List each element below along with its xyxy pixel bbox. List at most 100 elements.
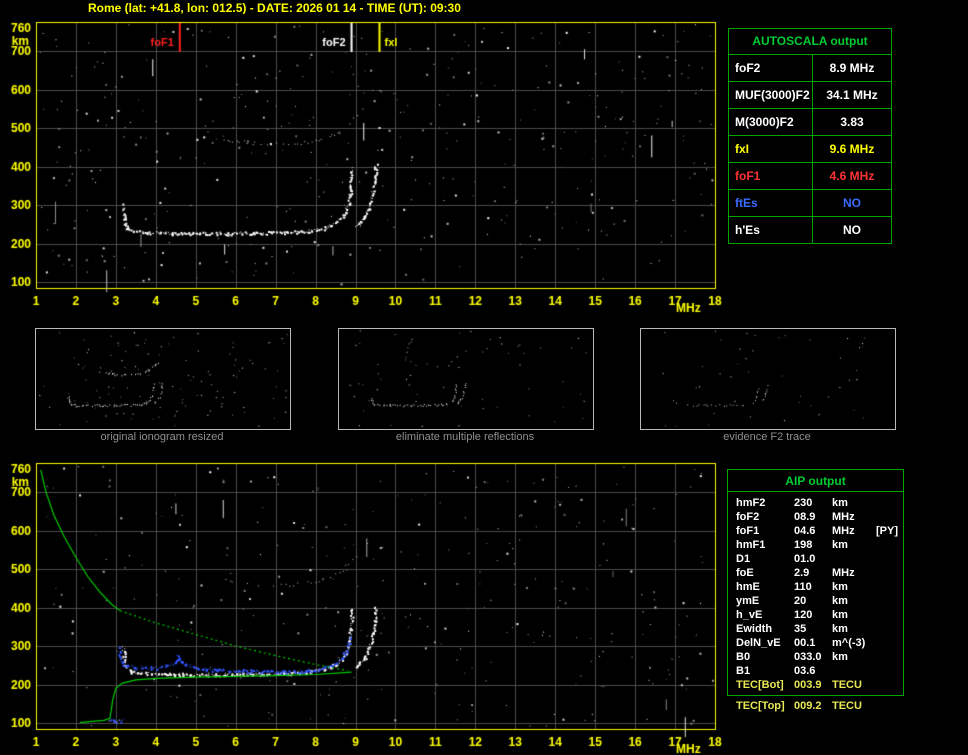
autoscala-app-window: Rome (lat: +41.8, lon: 012.5) - DATE: 20… [0, 0, 968, 755]
aip-row-tecbot: TEC[Bot] 003.9 TECU [728, 678, 903, 692]
parameter-note [876, 580, 903, 594]
top-ionogram-plot [0, 14, 740, 326]
parameter-label: M(3000)F2 [729, 109, 813, 135]
aip-row-tectop: TEC[Top] 009.2 TECU [727, 699, 904, 713]
parameter-unit: m^(-3) [832, 637, 866, 649]
parameter-note [876, 664, 903, 678]
thumbnail-f2-trace-evidence-canvas [641, 329, 893, 427]
parameter-note [876, 552, 903, 566]
parameter-note [876, 496, 903, 510]
autoscala-output-table: AUTOSCALA output foF2 8.9 MHz MUF(3000)F… [728, 28, 892, 244]
parameter-note [876, 622, 903, 636]
parameter-unit: km [832, 609, 848, 621]
parameter-label: foF2 [729, 55, 813, 81]
table-row-fof1: foF1 4.6 MHz [729, 163, 891, 190]
parameter-label: B0 [736, 651, 751, 663]
aip-row-hme: hmE 110 km [728, 580, 903, 594]
parameter-unit [832, 552, 876, 566]
bottom-ionogram-plot [0, 455, 740, 755]
parameter-label: foF2 [736, 511, 760, 523]
thumbnail-multiples-removed-canvas [339, 329, 591, 427]
aip-row-foe: foE 2.9 MHz [728, 566, 903, 580]
parameter-unit: km [832, 581, 848, 593]
autoscala-table-header: AUTOSCALA output [729, 29, 891, 55]
aip-table-header: AIP output [728, 470, 903, 492]
parameter-value: 230 [794, 497, 813, 509]
parameter-label: foF1 [729, 163, 813, 189]
parameter-unit: km [832, 497, 848, 509]
parameter-label: TEC[Top] [736, 700, 785, 712]
parameter-label: hmE [736, 581, 760, 593]
parameter-unit: TECU [832, 700, 862, 712]
parameter-note [876, 699, 904, 713]
table-row-fof2: foF2 8.9 MHz [729, 55, 891, 82]
parameter-value: NO [843, 223, 861, 237]
parameter-label: ymE [736, 595, 760, 607]
parameter-value: 35 [794, 623, 807, 635]
parameter-value: NO [843, 196, 861, 210]
parameter-note [876, 566, 903, 580]
parameter-value: 04.6 [794, 525, 816, 537]
thumbnail-original-ionogram-canvas [36, 329, 288, 427]
parameter-value: 00.1 [794, 637, 816, 649]
parameter-value: 9.6 MHz [829, 142, 875, 156]
aip-table-frame: AIP output hmF2 230 km foF2 08.9 MHz foF… [727, 469, 904, 696]
parameter-value: 033.0 [794, 651, 822, 663]
parameter-value: 34.1 MHz [826, 88, 878, 102]
parameter-value: 8.9 MHz [829, 61, 875, 75]
table-row-hpes: h'Es NO [729, 217, 891, 243]
parameter-value: 4.6 MHz [829, 169, 875, 183]
parameter-unit: MHz [832, 511, 855, 523]
parameter-note [876, 594, 903, 608]
table-row-fxi: fxI 9.6 MHz [729, 136, 891, 163]
parameter-value: 009.2 [794, 700, 822, 712]
parameter-note [876, 636, 903, 650]
parameter-value: 01.0 [794, 553, 816, 565]
parameter-value: 120 [794, 609, 813, 621]
parameter-label: fxI [729, 136, 813, 162]
parameter-label: MUF(3000)F2 [729, 82, 813, 108]
parameter-label: h_vE [736, 609, 763, 621]
aip-row-delnve: DelN_vE 00.1 m^(-3) [728, 636, 903, 650]
thumbnail-original-ionogram [35, 328, 291, 430]
parameter-note [876, 678, 903, 692]
parameter-label: Ewidth [736, 623, 773, 635]
parameter-value: 3.83 [840, 115, 864, 129]
parameter-label: TEC[Bot] [736, 679, 784, 691]
thumbnail-f2-trace-evidence [640, 328, 896, 430]
thumbnail-multiples-removed [338, 328, 594, 430]
table-row-ftes: ftEs NO [729, 190, 891, 217]
parameter-unit: km [832, 539, 848, 551]
parameter-label: DelN_vE [736, 637, 781, 649]
parameter-label: foF1 [736, 525, 760, 537]
parameter-label: D1 [736, 553, 751, 565]
parameter-note: [PY] [876, 525, 898, 537]
parameter-label: B1 [736, 665, 751, 677]
parameter-unit: km [832, 595, 848, 607]
aip-row-b1: B1 03.6 [728, 664, 903, 678]
aip-row-hmf1: hmF1 198 km [728, 538, 903, 552]
parameter-unit: MHz [832, 567, 855, 579]
aip-row-ewidth: Ewidth 35 km [728, 622, 903, 636]
parameter-note [876, 608, 903, 622]
aip-output-table: AIP output hmF2 230 km foF2 08.9 MHz foF… [727, 469, 904, 713]
parameter-unit: TECU [832, 679, 862, 691]
parameter-value: 110 [794, 581, 812, 593]
parameter-value: 198 [794, 539, 813, 551]
parameter-unit: km [832, 623, 848, 635]
aip-row-hve: h_vE 120 km [728, 608, 903, 622]
aip-row-fof1: foF1 04.6 MHz [PY] [728, 524, 903, 538]
parameter-value: 08.9 [794, 511, 816, 523]
parameter-unit: km [832, 651, 848, 663]
parameter-note [876, 538, 903, 552]
aip-row-yme: ymE 20 km [728, 594, 903, 608]
parameter-unit [832, 664, 876, 678]
parameter-label: ftEs [729, 190, 813, 216]
parameter-value: 03.6 [794, 665, 816, 677]
parameter-note [876, 650, 903, 664]
table-row-m3000f2: M(3000)F2 3.83 [729, 109, 891, 136]
parameter-label: hmF1 [736, 539, 766, 551]
parameter-label: h'Es [729, 217, 813, 243]
aip-row-fof2: foF2 08.9 MHz [728, 510, 903, 524]
aip-row-d1: D1 01.0 [728, 552, 903, 566]
